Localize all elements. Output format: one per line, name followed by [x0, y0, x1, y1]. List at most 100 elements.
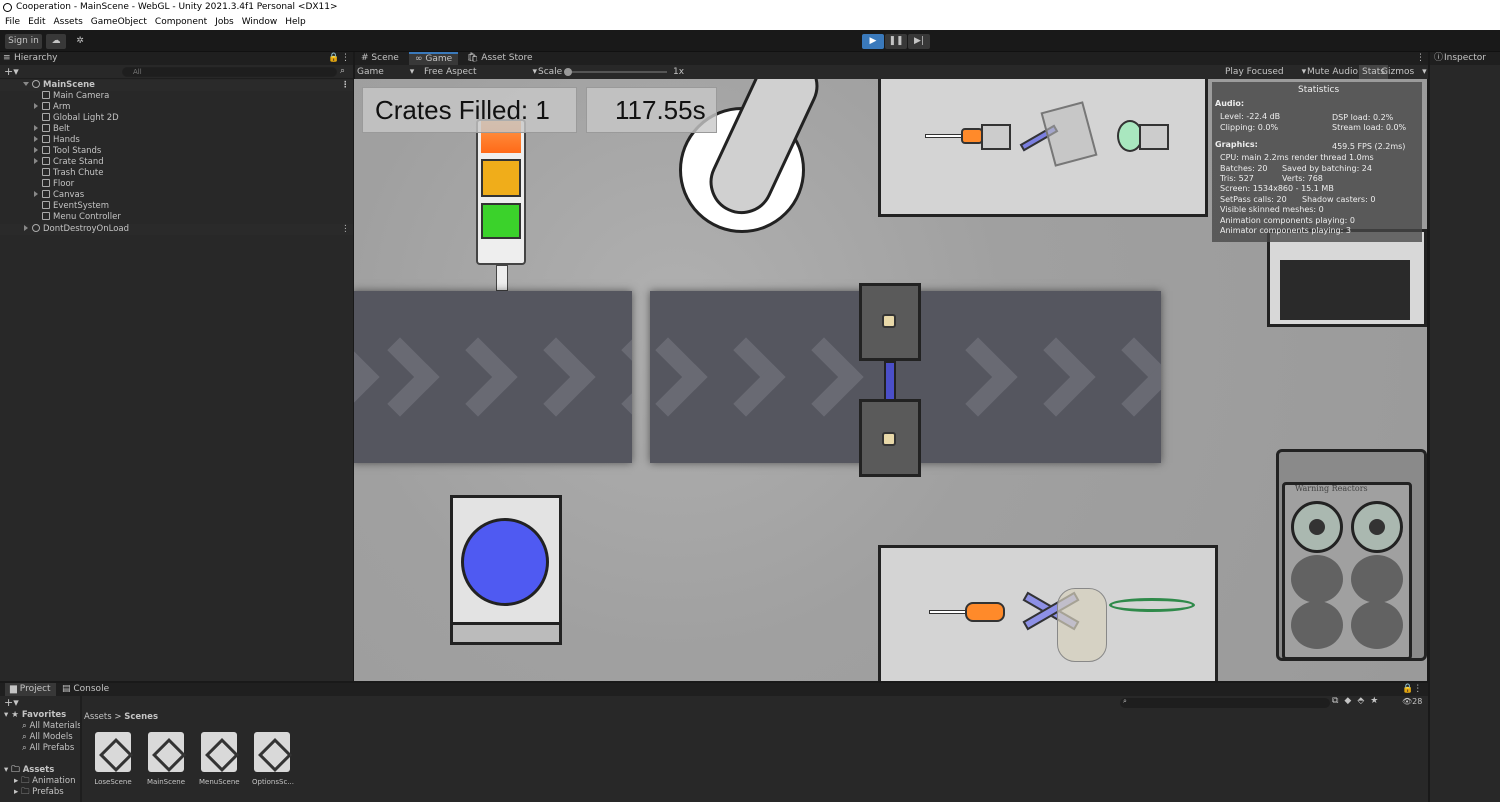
inspector-tab[interactable]: ⓘ Inspector	[1430, 52, 1500, 65]
expand-arrow-icon[interactable]	[23, 82, 29, 86]
tab-scene[interactable]: # Scene	[361, 52, 399, 65]
hierarchy-item-belt[interactable]: Belt	[0, 124, 70, 135]
gizmos-dropdown[interactable]: Gizmos ▾	[1381, 65, 1427, 79]
hierarchy-item-main-camera[interactable]: Main Camera	[0, 91, 109, 102]
scene-more-icon[interactable]: ⋮	[341, 224, 350, 235]
tongs-tool[interactable]	[1109, 598, 1195, 612]
project-filter-icons[interactable]: ⧉◆⬘★	[1332, 696, 1384, 706]
menu-component[interactable]: Component	[150, 15, 210, 30]
reactor-slot-empty[interactable]	[1291, 601, 1343, 649]
folder-animation[interactable]: ▸ 🗀 Animation	[14, 776, 76, 787]
fav-all-prefabs[interactable]: ⌕ All Prefabs	[22, 743, 74, 754]
display-dropdown[interactable]: Game ▾	[357, 65, 414, 79]
project-add-icon[interactable]: +▾	[4, 696, 19, 709]
hierarchy-item-eventsystem[interactable]: EventSystem	[0, 201, 109, 212]
more-icon[interactable]: ⋮	[341, 52, 350, 65]
hierarchy-item-canvas[interactable]: Canvas	[0, 190, 84, 201]
step-button[interactable]: ▶|	[908, 34, 930, 49]
assets-header[interactable]: ▾ 🗀 Assets	[4, 765, 54, 776]
play-focused-dropdown[interactable]: Play Focused ▾	[1225, 65, 1306, 79]
cloud-icon[interactable]: ☁	[46, 34, 66, 49]
view-tab-bar: # Scene ∞ Game 🛍 Asset Store ⋮	[355, 52, 1428, 65]
menu-file[interactable]: File	[0, 15, 23, 30]
reactor-slot-empty[interactable]	[1351, 601, 1403, 649]
play-button[interactable]: ▶	[862, 34, 884, 49]
scale-slider[interactable]	[564, 68, 667, 76]
reactor-slot-empty[interactable]	[1291, 555, 1343, 603]
reactor-slot-empty[interactable]	[1351, 555, 1403, 603]
add-icon[interactable]: +▾	[4, 65, 19, 78]
project-search-input[interactable]: ⌕	[1120, 697, 1330, 708]
pause-button[interactable]: ❚❚	[885, 34, 907, 49]
screwdriver-handle	[961, 128, 983, 144]
expand-arrow-icon[interactable]	[24, 225, 28, 231]
mute-audio-toggle[interactable]: Mute Audio	[1307, 65, 1358, 79]
fav-all-models[interactable]: ⌕ All Models	[22, 732, 73, 743]
hierarchy-item-crate-stand[interactable]: Crate Stand	[0, 157, 104, 168]
splitter[interactable]	[80, 696, 82, 802]
scene-asset-main[interactable]: MainScene	[146, 732, 186, 786]
blue-button[interactable]	[461, 518, 549, 606]
tab-console[interactable]: ▤ Console	[62, 683, 109, 696]
menu-gameobject[interactable]: GameObject	[86, 15, 150, 30]
scale-slider-thumb[interactable]	[564, 68, 572, 76]
screwdriver-tool[interactable]	[929, 610, 969, 614]
expand-arrow-icon[interactable]	[34, 158, 38, 164]
tool-bench-top	[878, 79, 1208, 217]
expand-arrow-icon[interactable]	[34, 125, 38, 131]
tab-game[interactable]: ∞ Game	[409, 52, 459, 65]
hidden-packages-count[interactable]: 👁28	[1402, 697, 1422, 706]
hierarchy-search-row: +▾ All ⌕	[0, 65, 353, 79]
item-label: Menu Controller	[53, 212, 121, 222]
folder-prefabs[interactable]: ▸ 🗀 Prefabs	[14, 787, 64, 798]
hierarchy-item-trash-chute[interactable]: Trash Chute	[0, 168, 103, 179]
menu-window[interactable]: Window	[237, 15, 281, 30]
reactor-slot[interactable]	[1291, 501, 1343, 553]
asset-label: LoseScene	[94, 778, 132, 786]
hierarchy-item-hands[interactable]: Hands	[0, 135, 80, 146]
scene-more-icon[interactable]: ⋮	[341, 80, 350, 91]
screwdriver-tool[interactable]	[925, 134, 965, 138]
hierarchy-item-menu-controller[interactable]: Menu Controller	[0, 212, 121, 223]
hierarchy-scene-mainscene[interactable]: MainScene ⋮	[0, 80, 353, 91]
breadcrumb-assets[interactable]: Assets	[84, 712, 112, 722]
scene-asset-menu[interactable]: MenuScene	[199, 732, 240, 786]
tab-asset-store[interactable]: 🛍 Asset Store	[467, 52, 533, 65]
gameobject-icon	[42, 157, 50, 165]
stats-graphics-heading: Graphics:	[1215, 140, 1258, 149]
lock-icon[interactable]: 🔒⋮	[1402, 683, 1422, 696]
aspect-dropdown[interactable]: Free Aspect ▾	[424, 65, 537, 79]
scene-asset-lose[interactable]: LoseScene	[93, 732, 133, 786]
lock-icon[interactable]: 🔒	[328, 52, 339, 65]
view-more-icon[interactable]: ⋮	[1416, 52, 1425, 65]
collab-icon[interactable]: ✲	[70, 34, 90, 49]
tab-project[interactable]: ▆ Project	[5, 683, 56, 696]
hierarchy-item-arm[interactable]: Arm	[0, 102, 70, 113]
search-filter-icon[interactable]: ⌕	[340, 66, 345, 76]
hierarchy-item-floor[interactable]: Floor	[0, 179, 74, 190]
expand-arrow-icon[interactable]	[34, 191, 38, 197]
expand-arrow-icon[interactable]	[34, 136, 38, 142]
hierarchy-item-tool-stands[interactable]: Tool Stands	[0, 146, 101, 157]
scene-asset-options[interactable]: OptionsSc...	[252, 732, 294, 786]
reactor-slot[interactable]	[1351, 501, 1403, 553]
window-title: Cooperation - MainScene - WebGL - Unity …	[16, 2, 338, 12]
hierarchy-scene-ddol[interactable]: DontDestroyOnLoad ⋮	[0, 224, 353, 235]
menu-edit[interactable]: Edit	[23, 15, 48, 30]
unity-scene-icon	[95, 732, 131, 772]
menu-help[interactable]: Help	[280, 15, 309, 30]
breadcrumb-scenes[interactable]: Scenes	[124, 712, 158, 722]
glove-tool[interactable]	[1040, 101, 1098, 167]
hierarchy-item-global-light[interactable]: Global Light 2D	[0, 113, 119, 124]
menu-assets[interactable]: Assets	[49, 15, 86, 30]
list-icon: ≡	[3, 53, 11, 63]
menu-jobs[interactable]: Jobs	[210, 15, 237, 30]
sign-in-button[interactable]: Sign in	[5, 34, 42, 49]
hierarchy-tab[interactable]: ≡ Hierarchy 🔒 ⋮	[0, 52, 353, 65]
favorites-header[interactable]: ▾ ★ Favorites	[4, 710, 66, 721]
expand-arrow-icon[interactable]	[34, 147, 38, 153]
expand-arrow-icon[interactable]	[34, 103, 38, 109]
glove-tool[interactable]	[1057, 588, 1107, 662]
fav-all-materials[interactable]: ⌕ All Materials	[22, 721, 82, 732]
hierarchy-search-input[interactable]: All	[122, 67, 337, 77]
